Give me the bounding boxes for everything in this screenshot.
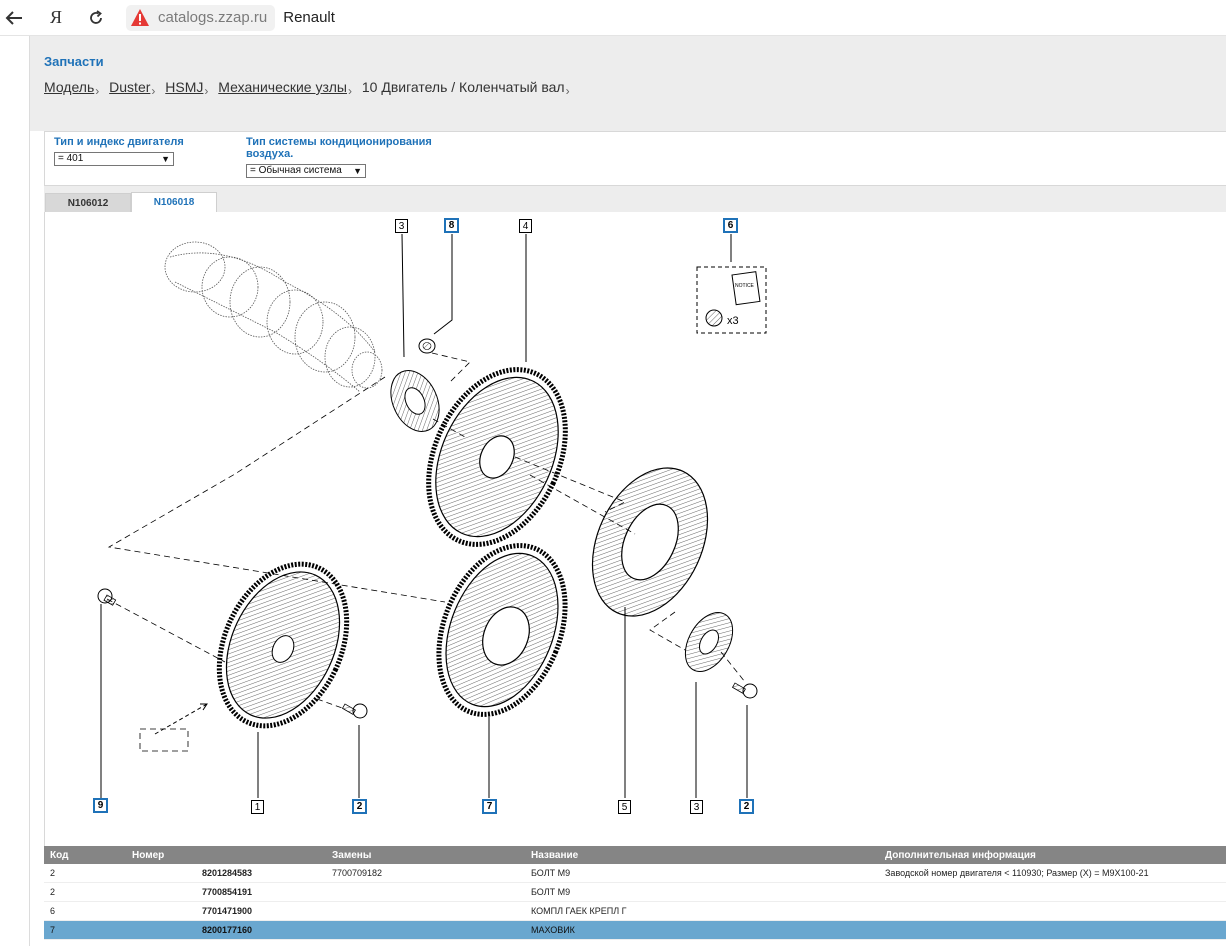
engine-filter: Тип и индекс двигателя = 401 ▼: [54, 136, 184, 166]
callout-3-bottom: 3: [690, 800, 703, 814]
browser-toolbar: Я catalogs.zzap.ru Renault: [0, 0, 1226, 36]
parts-table: Код Номер Замены Название Дополнительная…: [44, 846, 1226, 940]
header-info[interactable]: Дополнительная информация: [885, 846, 1036, 864]
header-number[interactable]: Номер: [132, 846, 164, 864]
flywheel-1-drawing: [216, 561, 350, 729]
breadcrumb-mechanical[interactable]: Механические узлы: [218, 79, 347, 95]
bolt-2-right-drawing: [731, 682, 758, 699]
row-replacement[interactable]: 7700709182: [332, 864, 382, 882]
callout-1: 1: [251, 800, 264, 814]
bolt-8-drawing: [418, 338, 436, 354]
callout-5: 5: [618, 800, 631, 814]
row-name: БОЛТ М9: [531, 868, 571, 878]
row-number[interactable]: 8201284583: [202, 864, 252, 882]
table-row-selected[interactable]: 7 8200177160 МАХОВИК: [44, 921, 1226, 940]
row-name: МАХОВИК: [531, 925, 575, 935]
aircon-filter-label-1: Тип системы кондиционирования: [246, 136, 432, 148]
aircon-select[interactable]: = Обычная система ▼: [246, 163, 366, 178]
section-title: Запчасти: [44, 54, 104, 69]
aircon-filter: Тип системы кондиционирования воздуха. =…: [246, 136, 432, 178]
callout-8[interactable]: 8: [444, 218, 459, 233]
row-number[interactable]: 7700854191: [202, 883, 252, 901]
header-replacement[interactable]: Замены: [332, 846, 371, 864]
table-row[interactable]: 6 7701471900 КОМПЛ ГАЕК КРЕПЛ Г: [44, 902, 1226, 921]
engine-select[interactable]: = 401 ▼: [54, 151, 174, 166]
diagram-drawing: NOTICE x3: [97, 233, 767, 798]
callout-2-left[interactable]: 2: [352, 799, 367, 814]
crankshaft-drawing: [164, 241, 383, 393]
row-name: БОЛТ М9: [531, 887, 571, 897]
dropdown-arrow-icon: ▼: [353, 165, 362, 176]
engine-select-value: = 401: [58, 153, 84, 164]
callout-9[interactable]: 9: [93, 798, 108, 813]
breadcrumb-separator: ›: [95, 84, 100, 98]
shim-disc-bottom: [684, 612, 734, 672]
breadcrumb-duster[interactable]: Duster: [109, 79, 150, 95]
shim-disc-top: [390, 370, 440, 432]
yandex-button[interactable]: Я: [42, 4, 70, 32]
engine-filter-label: Тип и индекс двигателя: [54, 136, 184, 148]
row-code: 7: [50, 925, 56, 935]
table-row[interactable]: 2 7700854191 БОЛТ М9: [44, 883, 1226, 902]
row-number[interactable]: 8200177160: [202, 921, 252, 939]
left-gutter: [0, 36, 30, 946]
row-info: Заводской номер двигателя < 110930; Разм…: [885, 868, 1149, 878]
aircon-filter-label-2: воздуха.: [246, 148, 294, 160]
warning-icon: [131, 8, 149, 26]
callout-4: 4: [519, 219, 532, 233]
row-code: 2: [50, 868, 56, 878]
dropdown-arrow-icon: ▼: [161, 153, 170, 164]
url-domain: catalogs.zzap.ru: [158, 9, 268, 26]
callout-6[interactable]: 6: [723, 218, 738, 233]
breadcrumb-separator: ›: [347, 84, 352, 98]
address-bar[interactable]: catalogs.zzap.ru: [126, 4, 276, 31]
table-row[interactable]: 2 8201284583 7700709182 БОЛТ М9 Заводско…: [44, 864, 1226, 883]
breadcrumb-separator: ›: [565, 84, 570, 98]
tab-strip: N106012 N106018: [44, 186, 1226, 212]
breadcrumb: Модель› Duster› HSMJ› Механические узлы›…: [44, 79, 576, 98]
reload-icon[interactable]: [82, 4, 110, 32]
bolt-2-left-drawing: [341, 703, 368, 719]
table-header: Код Номер Замены Название Дополнительная…: [44, 846, 1226, 864]
callout-2-right[interactable]: 2: [739, 799, 754, 814]
row-number[interactable]: 7701471900: [202, 902, 252, 920]
header-name[interactable]: Название: [531, 846, 578, 864]
plate-5-drawing: [591, 467, 709, 617]
bolt-9-drawing: [97, 588, 117, 606]
page-header: Запчасти Модель› Duster› HSMJ› Механичес…: [30, 36, 1226, 131]
flywheel-4-drawing: [426, 367, 568, 547]
row-code: 6: [50, 906, 56, 916]
row-name: КОМПЛ ГАЕК КРЕПЛ Г: [531, 906, 627, 916]
breadcrumb-separator: ›: [151, 84, 156, 98]
tab-n106018[interactable]: N106018: [131, 192, 217, 212]
back-arrow-icon[interactable]: [0, 4, 28, 32]
notice-text: NOTICE: [735, 283, 755, 289]
callout-7[interactable]: 7: [482, 799, 497, 814]
flywheel-7-drawing: [436, 543, 568, 717]
row-code: 2: [50, 887, 56, 897]
qty-text: x3: [727, 315, 739, 327]
exploded-diagram: NOTICE x3 3 8 4 6 9 1 2 7 5 3 2: [44, 212, 1226, 846]
header-code[interactable]: Код: [50, 846, 68, 864]
breadcrumb-separator: ›: [204, 84, 209, 98]
page-title: Renault: [283, 9, 335, 26]
aircon-select-value: = Обычная система: [250, 165, 342, 176]
breadcrumb-current: 10 Двигатель / Коленчатый вал: [361, 79, 565, 95]
breadcrumb-model[interactable]: Модель: [44, 79, 94, 95]
nut-kit-6-drawing: NOTICE x3: [696, 266, 767, 334]
breadcrumb-hsmj[interactable]: HSMJ: [165, 79, 203, 95]
tab-n106012[interactable]: N106012: [45, 193, 131, 212]
callout-3-top: 3: [395, 219, 408, 233]
filter-panel: Тип и индекс двигателя = 401 ▼ Тип систем…: [44, 131, 1226, 186]
